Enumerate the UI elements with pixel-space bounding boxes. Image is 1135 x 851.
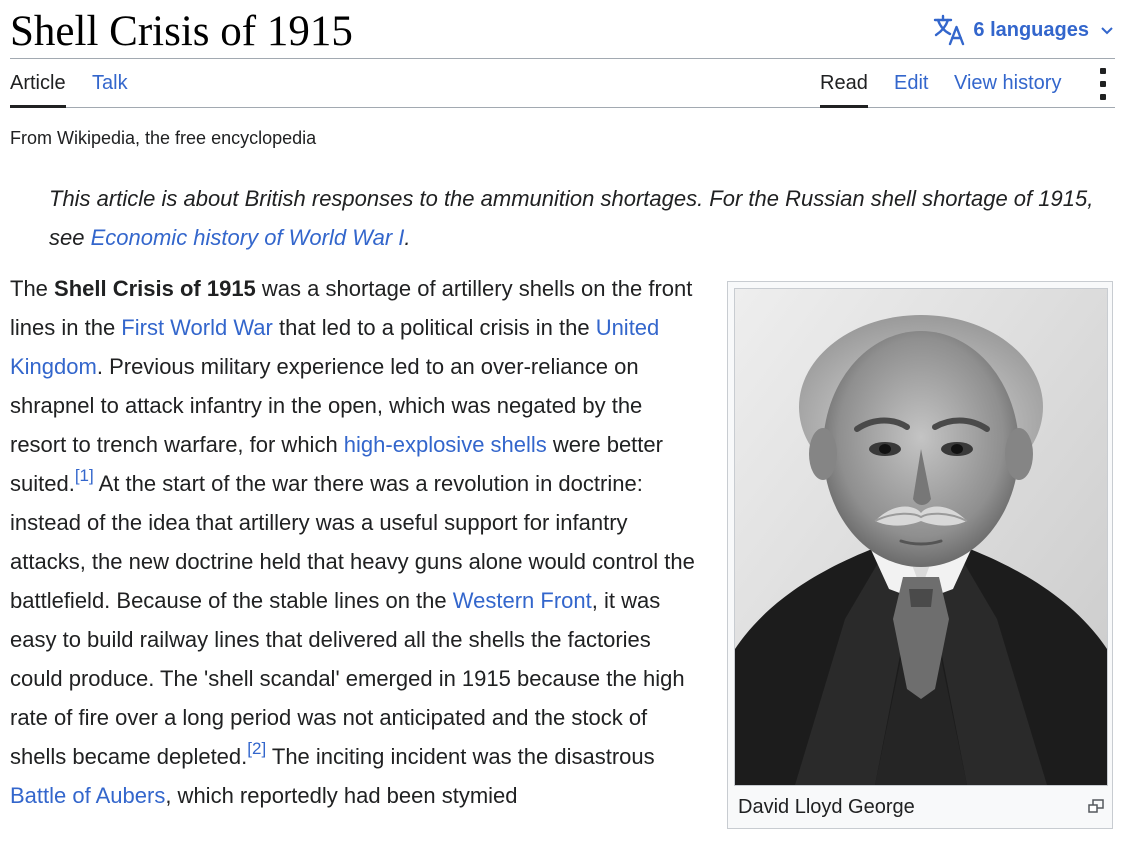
link-economic-history[interactable]: Economic history of World War I <box>91 225 405 250</box>
link-high-explosive-shells[interactable]: high-explosive shells <box>344 432 547 457</box>
enlarge-icon[interactable] <box>1088 799 1104 813</box>
text-run: The inciting incident was the disastrous <box>266 744 655 769</box>
image-caption: David Lloyd George <box>738 796 915 818</box>
more-options-icon[interactable] <box>1099 68 1107 100</box>
page-header: Shell Crisis of 1915 6 languages <box>10 0 1115 59</box>
reference-1[interactable]: [1] <box>75 466 94 485</box>
link-western-front[interactable]: Western Front <box>453 588 592 613</box>
translate-icon <box>934 14 965 46</box>
text-run: , it was easy to build railway lines tha… <box>10 588 685 769</box>
tab-read[interactable]: Read <box>820 58 868 108</box>
chevron-down-icon <box>1101 27 1113 35</box>
languages-label: 6 languages <box>973 18 1089 41</box>
page-title: Shell Crisis of 1915 <box>10 8 353 55</box>
portrait-image[interactable] <box>734 288 1108 786</box>
portrait-photo-icon <box>735 289 1107 785</box>
infobox-image-frame: David Lloyd George <box>727 281 1113 829</box>
text-run: that led to a political crisis in the <box>272 315 596 340</box>
text-run: , which reportedly had been stymied <box>165 783 518 808</box>
hatnote: This article is about British responses … <box>49 179 1115 257</box>
lead-paragraph: The Shell Crisis of 1915 was a shortage … <box>10 269 700 815</box>
reference-2[interactable]: [2] <box>247 739 266 758</box>
hatnote-end: . <box>404 225 411 250</box>
tab-view-history[interactable]: View history <box>954 58 1061 107</box>
site-tagline: From Wikipedia, the free encyclopedia <box>10 128 317 148</box>
languages-button[interactable]: 6 languages <box>933 12 1115 48</box>
article-subject: Shell Crisis of 1915 <box>54 276 256 301</box>
link-first-world-war[interactable]: First World War <box>121 315 273 340</box>
tab-edit[interactable]: Edit <box>894 58 928 107</box>
tab-article[interactable]: Article <box>10 58 66 108</box>
tab-talk[interactable]: Talk <box>92 58 128 107</box>
link-battle-of-aubers[interactable]: Battle of Aubers <box>10 783 165 808</box>
page-tabs: Article Talk Read Edit View history <box>10 58 1115 108</box>
text-run: The <box>10 276 55 301</box>
